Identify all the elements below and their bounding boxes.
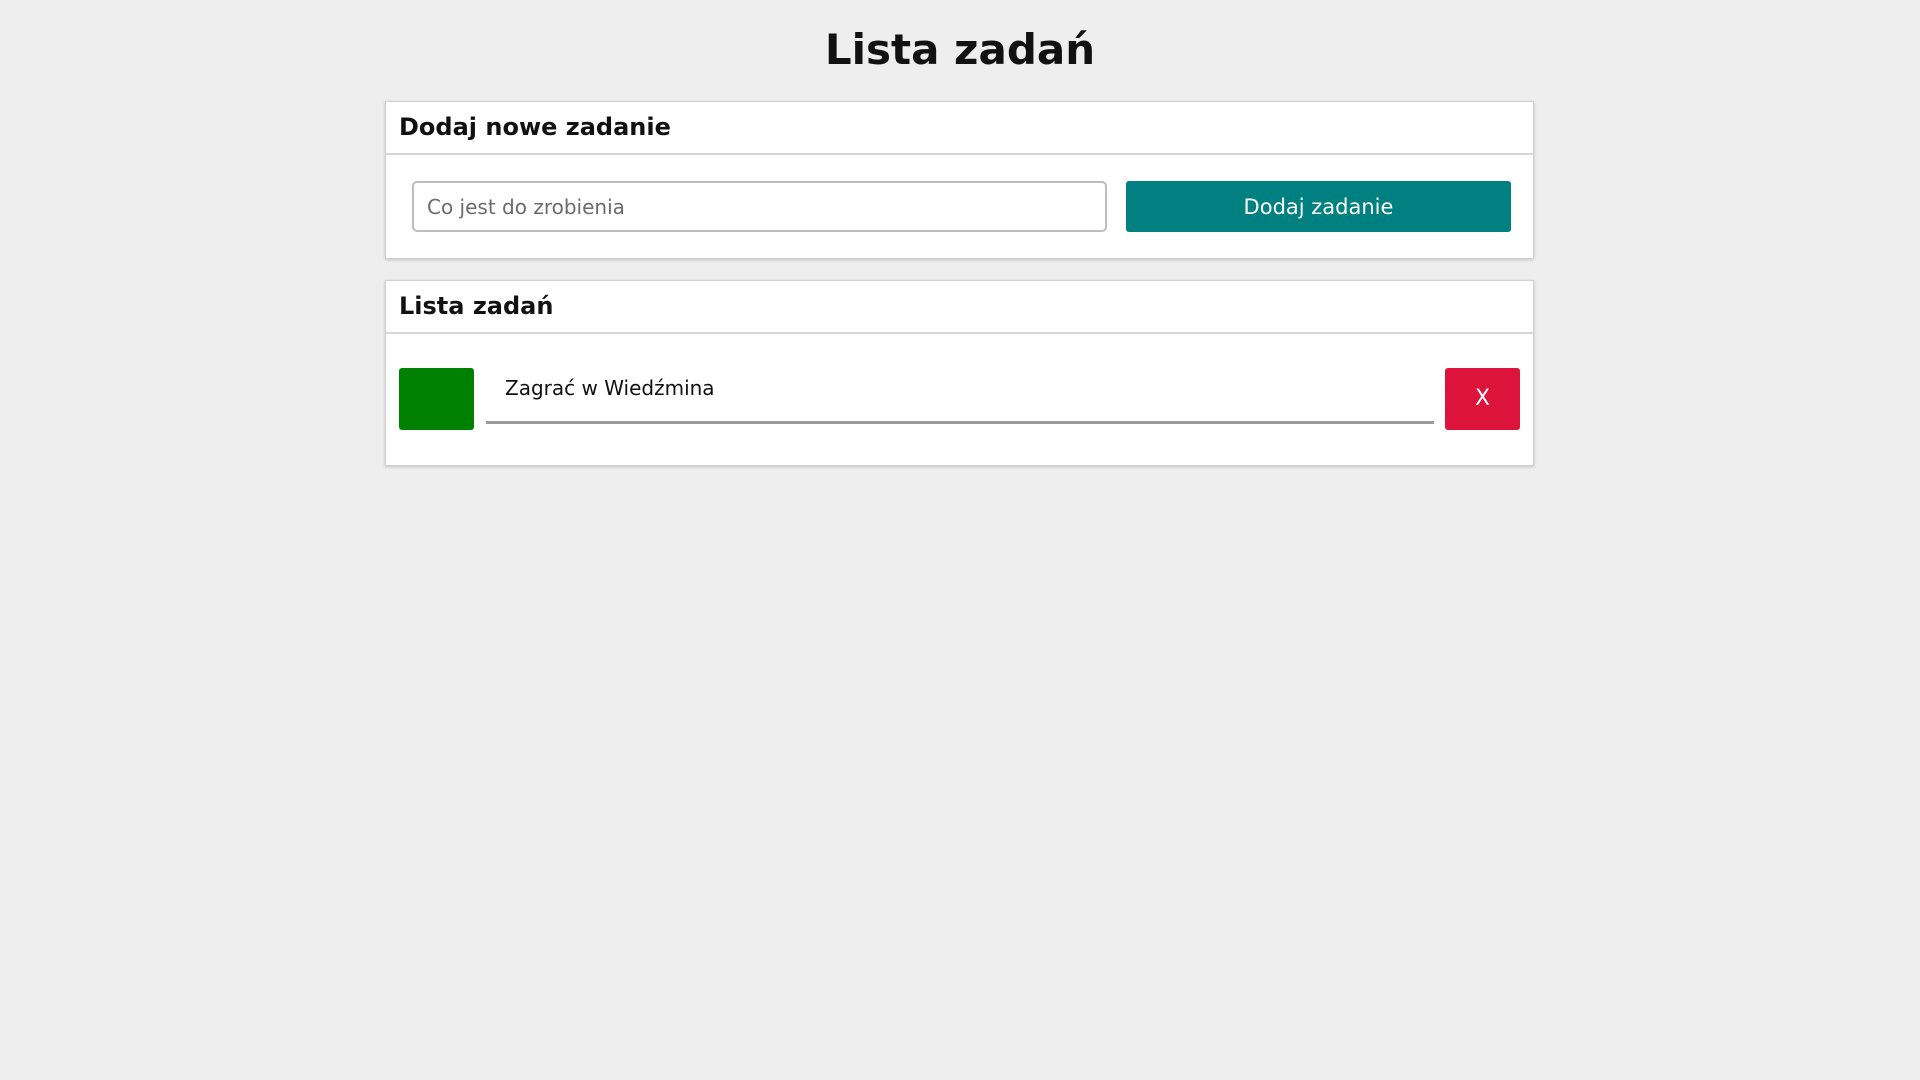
add-task-header: Dodaj nowe zadanie (386, 102, 1533, 155)
task-list-card: Lista zadań Zagrać w Wiedźmina X (385, 280, 1534, 466)
delete-task-button[interactable]: X (1445, 368, 1520, 430)
mark-done-button[interactable] (399, 368, 474, 430)
task-text: Zagrać w Wiedźmina (486, 368, 1434, 424)
task-input[interactable] (412, 181, 1107, 232)
page-title: Lista zadań (824, 25, 1096, 74)
task-list-header: Lista zadań (386, 281, 1533, 334)
add-task-card: Dodaj nowe zadanie Dodaj zadanie (385, 101, 1534, 259)
add-task-form: Dodaj zadanie (386, 155, 1533, 260)
add-task-button[interactable]: Dodaj zadanie (1126, 181, 1511, 232)
task-item: Zagrać w Wiedźmina X (399, 368, 1520, 430)
task-list: Zagrać w Wiedźmina X (386, 334, 1533, 467)
